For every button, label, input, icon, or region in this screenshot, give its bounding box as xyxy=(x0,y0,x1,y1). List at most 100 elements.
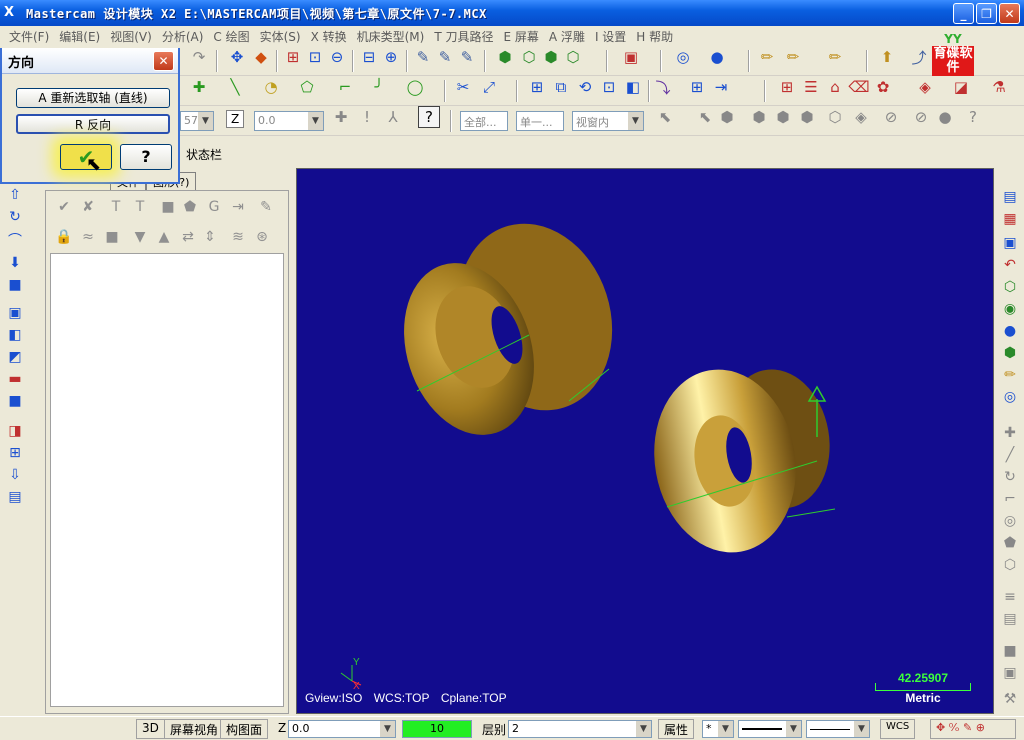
operations-list[interactable] xyxy=(50,253,284,707)
grid-icon[interactable]: ⊞ xyxy=(776,76,798,98)
box-icon[interactable]: ▣ xyxy=(620,46,642,68)
scroll-icon[interactable]: ⇕ xyxy=(200,229,220,245)
pentagon-icon[interactable]: ⬟ xyxy=(180,199,200,215)
reselect-axis-button[interactable]: A 重新选取轴 (直线) xyxy=(16,88,170,108)
menu-create[interactable]: C 绘图 xyxy=(208,28,254,45)
shaded-cube-icon[interactable]: ⬢ xyxy=(494,46,516,68)
plus-icon[interactable]: ✚ xyxy=(1001,424,1019,442)
list-icon[interactable]: ☰ xyxy=(800,76,822,98)
menu-settings[interactable]: I 设置 xyxy=(590,28,631,45)
zoom-fit-icon[interactable]: ⊞ xyxy=(282,46,304,68)
axis-icon[interactable]: ⅄ xyxy=(382,106,404,128)
line-width-combo[interactable]: ▼ xyxy=(806,720,870,738)
wave-alt-icon[interactable]: ≋ xyxy=(228,229,248,245)
menu-view[interactable]: 视图(V) xyxy=(105,28,157,45)
multi-pencil-icon[interactable]: ✏ xyxy=(782,46,804,68)
help-query-icon[interactable]: ? xyxy=(418,106,440,128)
rotate-icon[interactable]: ⟲ xyxy=(574,76,596,98)
window-select-combo[interactable]: 视窗内 ▼ xyxy=(572,111,644,131)
sphere-view-icon[interactable]: ● xyxy=(1001,322,1019,340)
wire-cube-icon[interactable]: ⬡ xyxy=(518,46,540,68)
pan-icon[interactable]: ✥ xyxy=(226,46,248,68)
close-window-button[interactable]: ✕ xyxy=(999,3,1020,24)
post-icon[interactable]: ⇥ xyxy=(228,199,248,215)
cursor-icon[interactable]: ⬉ xyxy=(694,106,716,128)
hidden-cube-icon[interactable]: ⬢ xyxy=(540,46,562,68)
new-file-icon[interactable]: ▤ xyxy=(1001,188,1019,206)
xform-icon[interactable]: ⊞ xyxy=(526,76,548,98)
manager-icon[interactable]: ▤ xyxy=(6,488,24,506)
spline-icon[interactable]: ⌐ xyxy=(334,76,356,98)
flange-part-left[interactable] xyxy=(383,203,636,451)
shape-icon[interactable]: ⬟ xyxy=(1001,534,1019,552)
chamfer-icon[interactable]: ◩ xyxy=(6,348,24,366)
menu-toolpaths[interactable]: T 刀具路径 xyxy=(429,28,498,45)
line-icon[interactable]: ╲ xyxy=(224,76,246,98)
g1-icon[interactable]: G xyxy=(204,199,224,215)
shade-icon[interactable]: ⬢ xyxy=(1001,344,1019,362)
menu-edit[interactable]: 编辑(E) xyxy=(54,28,105,45)
import-icon[interactable]: ⇩ xyxy=(6,466,24,484)
block-icon[interactable]: ■ xyxy=(1001,642,1019,660)
eraser-icon[interactable]: ⌫ xyxy=(848,76,870,98)
arrow-up-icon[interactable]: ⬆ xyxy=(876,46,898,68)
thicken-icon[interactable]: ■ xyxy=(6,392,24,410)
revolve-icon[interactable]: ↻ xyxy=(6,208,24,226)
menu-analyze[interactable]: 分析(A) xyxy=(157,28,209,45)
block2-icon[interactable]: ▣ xyxy=(1001,664,1019,682)
hide-icon[interactable]: ◪ xyxy=(950,76,972,98)
undo-icon[interactable]: ↶ xyxy=(1001,256,1019,274)
lock-icon[interactable]: 🔒 xyxy=(54,229,74,245)
body-icon[interactable]: ⬢ xyxy=(796,106,818,128)
point-icon[interactable]: ✚ xyxy=(188,76,210,98)
point-style-combo[interactable]: * ▼ xyxy=(702,720,734,738)
minimize-button[interactable]: _ xyxy=(953,3,974,24)
scale-icon[interactable]: ⊡ xyxy=(598,76,620,98)
flange-part-right[interactable] xyxy=(640,358,840,564)
backplot-icon[interactable]: ✎ xyxy=(434,46,456,68)
z-value-field[interactable]: 0.0 ▼ xyxy=(288,720,396,738)
solid-select-icon[interactable]: ⬢ xyxy=(716,106,738,128)
zoom-target-icon[interactable]: ⊕ xyxy=(380,46,402,68)
menu-solids[interactable]: 实体(S) xyxy=(255,28,306,45)
extrude-icon[interactable]: ⇧ xyxy=(6,186,24,204)
step-icon[interactable]: ⤴ xyxy=(908,46,930,68)
save-icon[interactable]: ▣ xyxy=(1001,234,1019,252)
corner-icon[interactable]: ⌐ xyxy=(1001,490,1019,508)
edge-icon[interactable]: ⬢ xyxy=(772,106,794,128)
boolean-icon[interactable]: ◨ xyxy=(6,422,24,440)
solid-box-icon[interactable]: ■ xyxy=(6,276,24,294)
restore-button[interactable]: ❐ xyxy=(976,3,997,24)
trim-icon[interactable]: ✂ xyxy=(452,76,474,98)
single-button[interactable]: 单一... xyxy=(516,111,564,131)
edit-pencil-icon[interactable]: ✏ xyxy=(1001,366,1019,384)
menu-help[interactable]: H 帮助 xyxy=(631,28,678,45)
z-depth-combo[interactable]: 0.0 ▼ xyxy=(254,111,324,131)
help-button[interactable]: ? xyxy=(120,144,172,170)
sweep-icon[interactable]: ⌒ xyxy=(6,232,24,250)
dialog-close-button[interactable]: ✕ xyxy=(153,51,174,71)
menu-file[interactable]: 文件(F) xyxy=(4,28,54,45)
wire-select-icon[interactable]: ⬡ xyxy=(824,106,846,128)
graphics-viewport[interactable]: Y X Gview:ISO WCS:TOP Cplane:TOP 42.2590… xyxy=(296,168,994,714)
repaint-icon[interactable]: ◆ xyxy=(250,46,272,68)
stop-icon[interactable]: ■ xyxy=(158,199,178,215)
mirror-icon[interactable]: ⧉ xyxy=(550,76,572,98)
level-field[interactable]: 2 ▼ xyxy=(508,720,652,738)
move-up-icon[interactable]: ▲ xyxy=(154,229,174,245)
fast-point-icon[interactable]: ✚ xyxy=(330,106,352,128)
open-icon[interactable]: ▦ xyxy=(1001,210,1019,228)
toolpath-icon[interactable]: ✎ xyxy=(412,46,434,68)
tag-icon[interactable]: ⌂ xyxy=(824,76,846,98)
select-all-ops-icon[interactable]: ✔ xyxy=(54,199,74,215)
color-icon[interactable]: ✿ xyxy=(872,76,894,98)
redo-icon[interactable]: ↷ xyxy=(188,46,210,68)
reverse-button[interactable]: R 反向 xyxy=(16,114,170,134)
line-style-combo[interactable]: ▼ xyxy=(738,720,802,738)
attributes-button[interactable]: 属性 xyxy=(658,719,695,739)
loft-icon[interactable]: ⬇ xyxy=(6,254,24,272)
face-icon[interactable]: ⬢ xyxy=(748,106,770,128)
view-cube-icon[interactable]: ⬡ xyxy=(1001,278,1019,296)
wcs-button[interactable]: WCS xyxy=(880,719,916,739)
color-field[interactable]: 10 xyxy=(402,720,472,738)
